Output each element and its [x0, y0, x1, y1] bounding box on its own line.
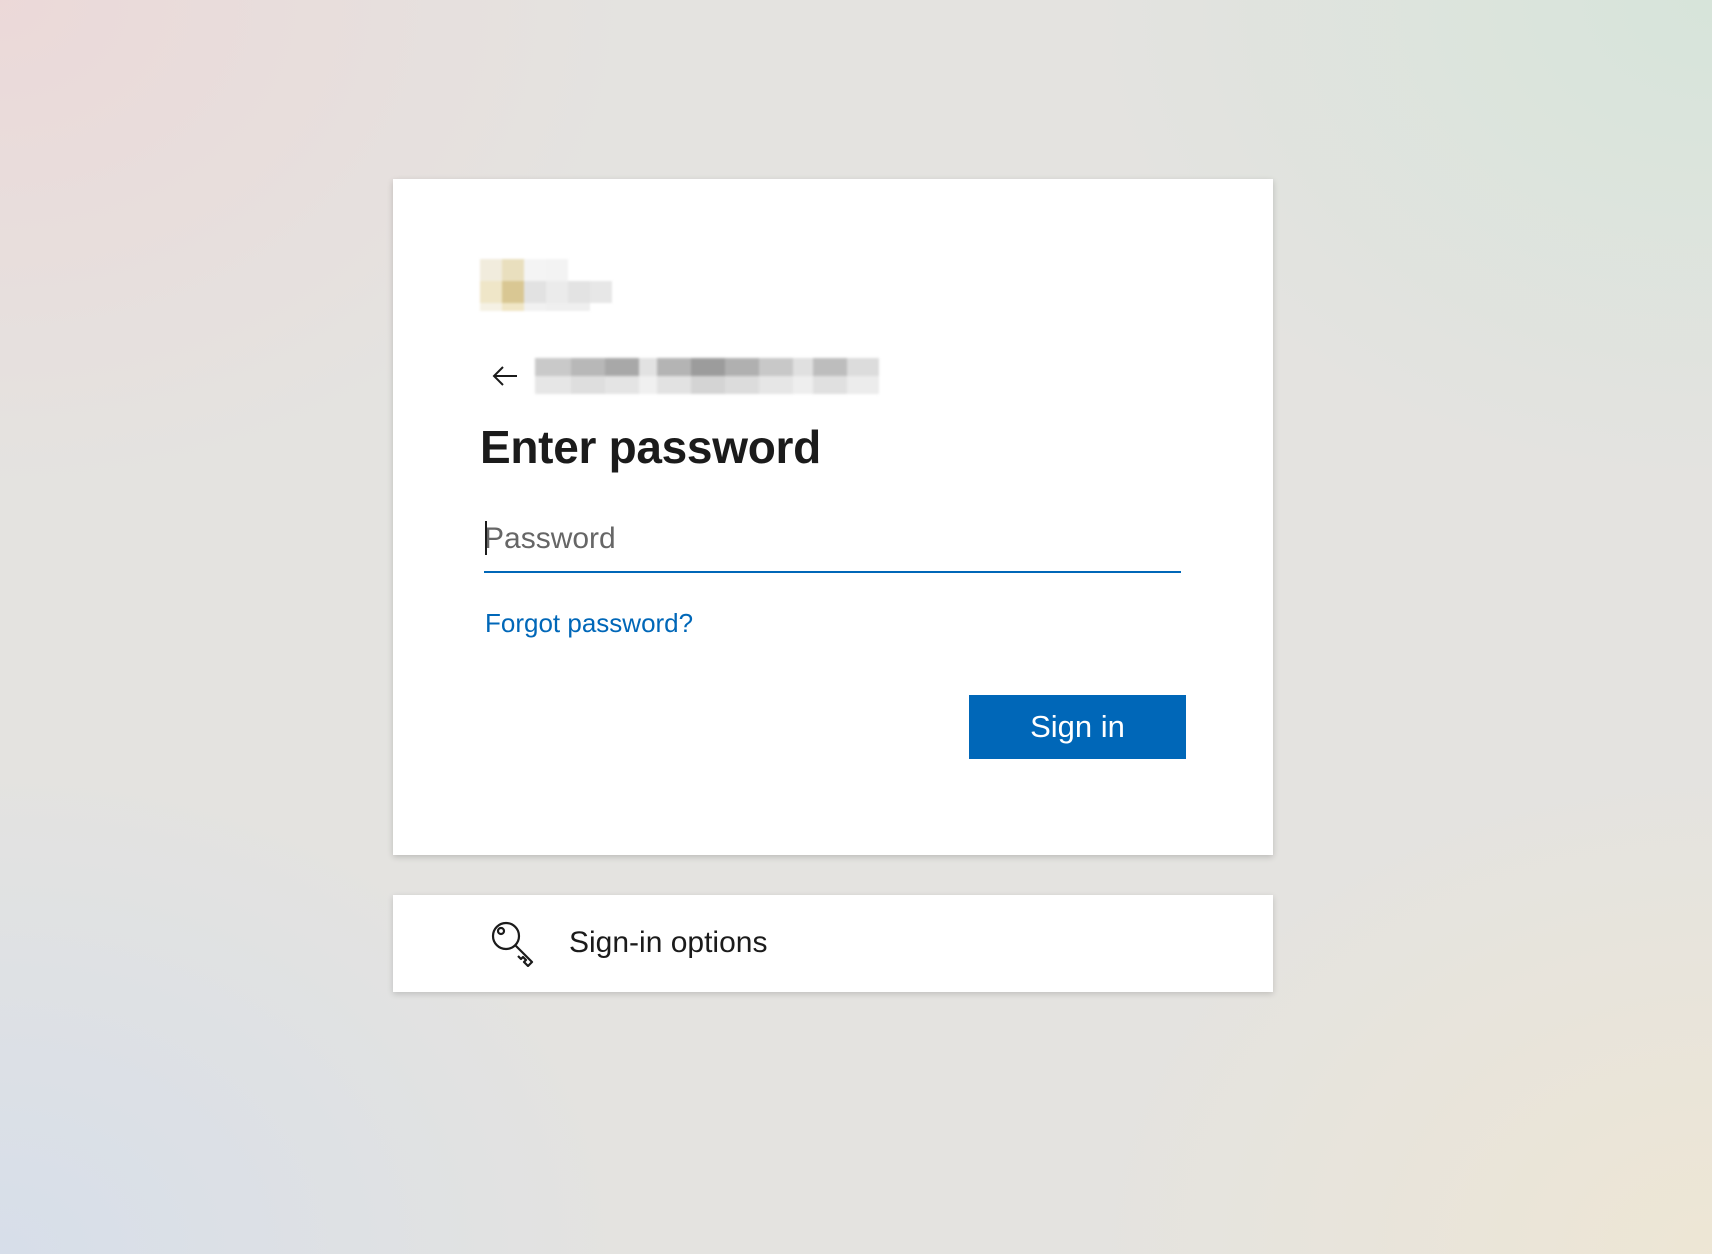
company-logo-redacted	[480, 259, 630, 311]
arrow-left-icon	[492, 366, 517, 386]
key-icon	[491, 921, 534, 967]
text-caret	[485, 521, 487, 555]
back-button[interactable]	[489, 360, 521, 392]
sign-in-card: Enter password Forgot password? Sign in	[393, 179, 1273, 855]
sign-in-options-button[interactable]: Sign-in options	[393, 895, 1273, 992]
password-input[interactable]	[484, 509, 1181, 573]
forgot-password-link[interactable]: Forgot password?	[485, 605, 693, 641]
password-field[interactable]	[484, 509, 1181, 573]
account-identifier-redacted	[535, 356, 879, 396]
sign-in-button[interactable]: Sign in	[969, 695, 1186, 759]
sign-in-options-label: Sign-in options	[569, 926, 768, 959]
identity-row	[489, 353, 879, 399]
page-title: Enter password	[480, 421, 821, 473]
